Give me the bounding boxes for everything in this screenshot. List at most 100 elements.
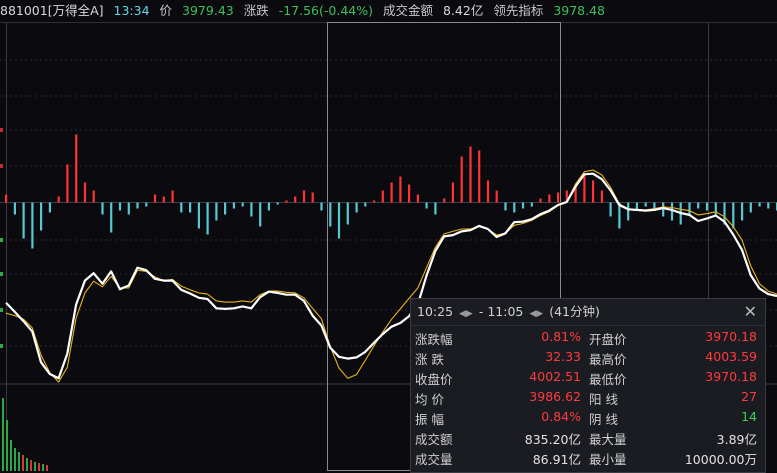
stat-value: 3970.18	[705, 369, 757, 384]
volume-bar	[42, 464, 44, 471]
change-bar	[521, 202, 525, 209]
change-bar	[548, 194, 551, 203]
change-bar	[162, 196, 165, 203]
change-bar	[530, 202, 533, 207]
volume-bar	[6, 420, 8, 471]
axis-tick	[0, 128, 3, 132]
change-bar	[110, 202, 113, 233]
close-icon[interactable]: ✕	[744, 299, 757, 325]
stat-label: 振 幅	[415, 412, 444, 427]
change-bar	[416, 194, 419, 203]
stat-label: 均 价	[415, 392, 444, 407]
axis-tick	[0, 308, 3, 312]
range-end: 11:05	[487, 304, 524, 319]
change-bar	[40, 202, 43, 231]
change-bar	[57, 196, 60, 203]
change-bar	[627, 202, 630, 221]
change-bar	[557, 192, 560, 203]
change-bar	[153, 194, 157, 203]
change-bar	[22, 202, 25, 239]
stat-value: 4002.51	[529, 369, 581, 384]
change-bar	[267, 202, 270, 211]
change-bar	[215, 202, 218, 221]
change-bar	[83, 182, 87, 203]
stat-value: 835.20亿	[524, 432, 581, 447]
stat-label: 开盘价	[589, 332, 627, 347]
change-bar	[118, 202, 122, 211]
change-bar	[136, 202, 139, 209]
change-bar	[31, 202, 34, 249]
stat-label: 成交量	[415, 452, 453, 467]
change-bar	[224, 202, 227, 215]
change-bar	[329, 202, 332, 227]
change-bar	[294, 196, 297, 203]
change-bar	[241, 202, 244, 207]
change-bar	[48, 202, 51, 213]
change-bar	[434, 202, 437, 215]
change-bar	[381, 190, 384, 203]
change-bar	[66, 164, 69, 203]
change-bar	[206, 202, 209, 235]
change-bar	[583, 174, 586, 203]
volume-bar	[22, 455, 24, 471]
change-bar	[5, 194, 8, 203]
stat-value: 10000.00万	[684, 452, 757, 467]
volume-bar	[46, 465, 48, 471]
change-bar	[346, 202, 349, 225]
change-bar	[75, 134, 78, 203]
stat-value: 32.33	[545, 349, 581, 364]
volume-bar	[30, 460, 32, 471]
change-bar	[337, 202, 341, 239]
range-separator: -	[478, 304, 484, 319]
range-end-arrows-icon[interactable]: ◀▶	[529, 309, 543, 319]
volume-bar	[14, 448, 16, 471]
stat-value: 3.89亿	[716, 432, 757, 447]
change-bar	[250, 202, 253, 217]
volume-bar	[18, 452, 20, 471]
change-bar	[145, 202, 148, 207]
change-bar	[302, 190, 306, 203]
change-bar	[232, 202, 235, 209]
change-bar	[749, 202, 752, 213]
stat-label: 阳 线	[589, 392, 618, 407]
range-stats-panel: 10:25 ◀▶ - 11:05 ◀▶ (41分钟) ✕ 涨跌幅 0.81% 开盘价…	[410, 298, 766, 473]
stat-value: 0.81%	[541, 329, 581, 344]
change-bar	[425, 202, 428, 209]
stat-label: 成交额	[415, 432, 453, 447]
stat-value: 3986.62	[529, 389, 581, 404]
change-bar	[609, 202, 612, 217]
change-bar	[758, 202, 761, 207]
change-bar	[127, 202, 130, 215]
change-bar	[513, 202, 516, 213]
stat-value: 0.84%	[541, 409, 581, 424]
axis-tick-marks	[0, 128, 3, 348]
change-bar	[373, 200, 376, 203]
change-bar	[741, 202, 744, 221]
change-bar	[189, 202, 192, 213]
change-bar	[311, 192, 314, 203]
volume-bar	[10, 440, 12, 471]
axis-tick	[0, 272, 3, 276]
change-bar	[320, 202, 323, 211]
change-bar	[451, 182, 454, 203]
change-bar	[399, 176, 402, 203]
stat-value: 27	[741, 389, 757, 404]
range-start-arrows-icon[interactable]: ◀▶	[459, 309, 473, 319]
change-bar	[101, 202, 104, 215]
change-bar	[180, 202, 183, 213]
change-bar	[644, 202, 647, 207]
change-bars	[5, 134, 777, 249]
change-bar	[197, 202, 200, 229]
change-bar	[705, 202, 709, 211]
change-bar	[355, 202, 358, 213]
change-bar	[495, 190, 498, 203]
change-bar	[276, 202, 279, 205]
volume-bars	[2, 398, 48, 471]
change-bar	[364, 202, 367, 207]
stat-label: 收盘价	[415, 372, 453, 387]
change-bar	[592, 180, 595, 203]
change-bar	[171, 190, 174, 203]
volume-bar	[26, 458, 28, 471]
change-bar	[486, 180, 490, 203]
change-bar	[390, 182, 393, 203]
